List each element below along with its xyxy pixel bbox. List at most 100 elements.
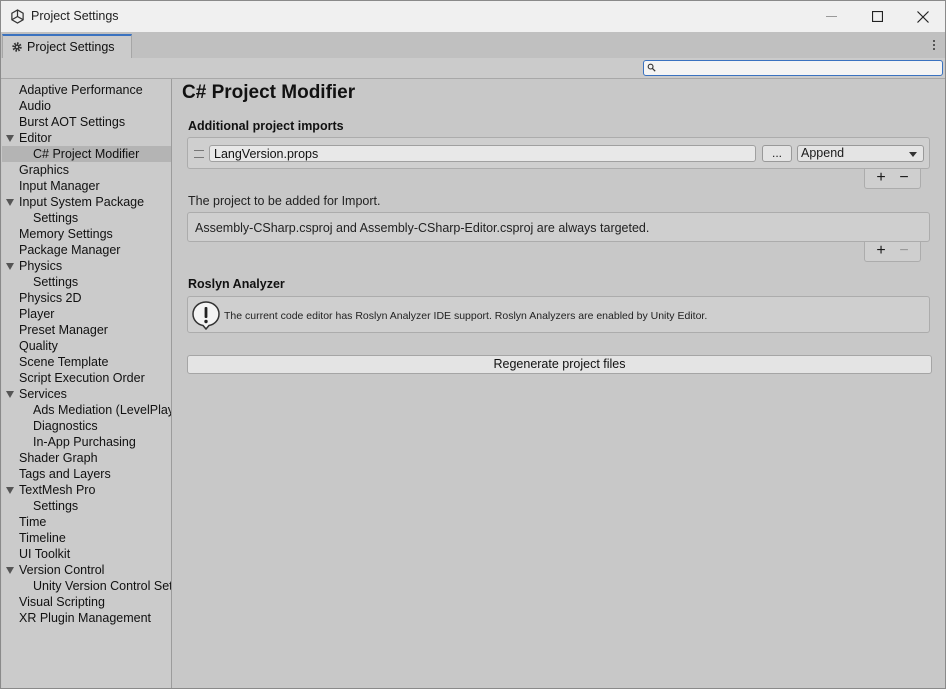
sidebar-item-label: In-App Purchasing: [33, 435, 136, 449]
sidebar-item[interactable]: Editor: [2, 130, 171, 146]
sidebar-item-label: Preset Manager: [19, 323, 108, 337]
roslyn-message: The current code editor has Roslyn Analy…: [224, 310, 708, 322]
minimize-button[interactable]: [808, 1, 854, 32]
sidebar-item[interactable]: Unity Version Control Settings: [2, 578, 171, 594]
additional-imports-label: Additional project imports: [188, 119, 344, 133]
sidebar-item[interactable]: Player: [2, 306, 171, 322]
maximize-button[interactable]: [854, 1, 900, 32]
sidebar-item[interactable]: Graphics: [2, 162, 171, 178]
sidebar-item[interactable]: Script Execution Order: [2, 370, 171, 386]
sidebar-item[interactable]: Time: [2, 514, 171, 530]
sidebar-item-label: Graphics: [19, 163, 70, 177]
sidebar-item-label: Player: [19, 307, 55, 321]
sidebar-item[interactable]: Input Manager: [2, 178, 171, 194]
sidebar-item-label: XR Plugin Management: [19, 611, 152, 625]
close-button[interactable]: [900, 1, 946, 32]
sidebar-item-label: Time: [19, 515, 47, 529]
sidebar-item[interactable]: TextMesh Pro: [2, 482, 171, 498]
sidebar-item[interactable]: In-App Purchasing: [2, 434, 171, 450]
more-options-icon[interactable]: [929, 38, 939, 52]
sidebar-item[interactable]: Shader Graph: [2, 450, 171, 466]
expand-arrow-icon[interactable]: [6, 487, 14, 494]
sidebar-item[interactable]: C# Project Modifier: [2, 146, 171, 162]
targets-list: Assembly-CSharp.csproj and Assembly-CSha…: [187, 212, 930, 242]
expand-arrow-icon[interactable]: [6, 135, 14, 142]
remove-import-button[interactable]: −: [894, 169, 914, 187]
minimize-icon: [825, 16, 837, 17]
unity-logo-icon: [11, 9, 24, 24]
gear-icon: [12, 42, 22, 52]
sidebar-item[interactable]: Package Manager: [2, 242, 171, 258]
sidebar-item-label: Adaptive Performance: [19, 83, 143, 97]
sidebar-item[interactable]: Input System Package: [2, 194, 171, 210]
tab-project-settings[interactable]: Project Settings: [2, 34, 132, 58]
sidebar-item[interactable]: Version Control: [2, 562, 171, 578]
project-settings-window: Project Settings Project Settings Adapti…: [0, 0, 946, 689]
sidebar-item-label: Quality: [19, 339, 58, 353]
sidebar-item-label: Visual Scripting: [19, 595, 105, 609]
sidebar-item[interactable]: Audio: [2, 98, 171, 114]
sidebar-item[interactable]: Burst AOT Settings: [2, 114, 171, 130]
close-icon: [917, 10, 929, 23]
sidebar-item[interactable]: Scene Template: [2, 354, 171, 370]
imports-list-footer: + −: [864, 169, 921, 189]
sidebar-item-label: Package Manager: [19, 243, 121, 257]
sidebar-item[interactable]: Adaptive Performance: [2, 82, 171, 98]
regenerate-project-files-button[interactable]: Regenerate project files: [187, 355, 932, 374]
import-path-field[interactable]: LangVersion.props: [209, 145, 756, 162]
sidebar-item[interactable]: Settings: [2, 274, 171, 290]
expand-arrow-icon[interactable]: [6, 391, 14, 398]
add-target-button[interactable]: +: [871, 242, 891, 260]
sidebar-item[interactable]: UI Toolkit: [2, 546, 171, 562]
tab-label: Project Settings: [27, 40, 115, 54]
roslyn-analyzer-label: Roslyn Analyzer: [188, 277, 285, 291]
imports-list: LangVersion.props ... Append: [187, 137, 930, 169]
sidebar-item[interactable]: Settings: [2, 210, 171, 226]
sidebar-item-label: Unity Version Control Settings: [33, 579, 171, 593]
sidebar-item[interactable]: Tags and Layers: [2, 466, 171, 482]
import-description: The project to be added for Import.: [188, 194, 381, 208]
sidebar-item[interactable]: XR Plugin Management: [2, 610, 171, 626]
browse-button[interactable]: ...: [762, 145, 792, 162]
sidebar-item-label: Ads Mediation (LevelPlay): [33, 403, 172, 417]
add-import-button[interactable]: +: [871, 169, 891, 187]
sidebar-item[interactable]: Physics 2D: [2, 290, 171, 306]
tab-strip: Project Settings: [1, 32, 945, 59]
targets-text: Assembly-CSharp.csproj and Assembly-CSha…: [195, 221, 650, 235]
window-title: Project Settings: [31, 9, 119, 23]
sidebar-item[interactable]: Settings: [2, 498, 171, 514]
settings-nav-list: Adaptive Performance Audio Burst AOT Setti…: [2, 79, 171, 626]
main-panel: C# Project Modifier Additional project i…: [172, 79, 945, 688]
search-icon: [647, 63, 656, 72]
expand-arrow-icon[interactable]: [6, 199, 14, 206]
sidebar-item-label: Script Execution Order: [19, 371, 145, 385]
drag-handle-icon[interactable]: [194, 150, 204, 158]
targets-list-footer: + −: [864, 242, 921, 262]
sidebar-item-label: Input System Package: [19, 195, 145, 209]
settings-sidebar: Adaptive Performance Audio Burst AOT Setti…: [2, 79, 172, 688]
sidebar-item-label: Diagnostics: [33, 419, 98, 433]
sidebar-item[interactable]: Diagnostics: [2, 418, 171, 434]
sidebar-item-label: UI Toolkit: [19, 547, 71, 561]
search-input[interactable]: [658, 61, 938, 75]
sidebar-item[interactable]: Physics: [2, 258, 171, 274]
expand-arrow-icon[interactable]: [6, 567, 14, 574]
sidebar-item-label: Settings: [33, 275, 79, 289]
sidebar-item[interactable]: Ads Mediation (LevelPlay): [2, 402, 171, 418]
sidebar-item-label: Settings: [33, 211, 79, 225]
sidebar-item-label: Settings: [33, 499, 79, 513]
sidebar-item-label: Physics 2D: [19, 291, 82, 305]
search-box[interactable]: [643, 60, 943, 76]
import-mode-dropdown[interactable]: Append: [797, 145, 924, 162]
maximize-icon: [871, 11, 883, 22]
expand-arrow-icon[interactable]: [6, 263, 14, 270]
sidebar-item-label: Audio: [19, 99, 51, 113]
sidebar-item[interactable]: Services: [2, 386, 171, 402]
sidebar-item-label: Input Manager: [19, 179, 100, 193]
sidebar-item[interactable]: Preset Manager: [2, 322, 171, 338]
sidebar-item[interactable]: Quality: [2, 338, 171, 354]
sidebar-item[interactable]: Timeline: [2, 530, 171, 546]
sidebar-item[interactable]: Memory Settings: [2, 226, 171, 242]
sidebar-item[interactable]: Visual Scripting: [2, 594, 171, 610]
sidebar-item-label: Editor: [19, 131, 52, 145]
